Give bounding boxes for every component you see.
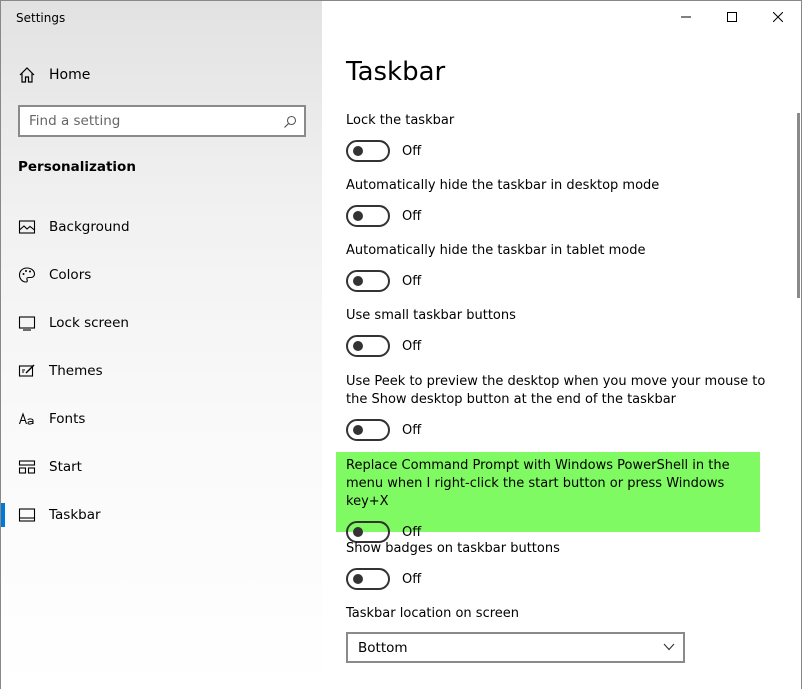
page-title: Taskbar [346,57,446,87]
picture-icon [18,218,36,236]
setting-powershell: Replace Command Prompt with Windows Powe… [346,457,766,543]
home-label: Home [49,67,91,83]
close-button[interactable] [755,1,801,33]
sidebar-item-background[interactable]: Background [1,203,322,251]
autohide-desktop-toggle[interactable] [346,205,390,227]
lock-screen-icon [18,314,36,332]
setting-lock-taskbar: Lock the taskbar Off [346,112,776,162]
sidebar-item-colors[interactable]: Colors [1,251,322,299]
location-value: Bottom [358,639,408,656]
sidebar-item-lock-screen[interactable]: Lock screen [1,299,322,347]
toggle-knob [353,211,363,221]
lock-taskbar-toggle[interactable] [346,140,390,162]
sidebar-item-label: Colors [49,267,92,283]
sidebar-nav: Background Colors Lock screen Themes Fon… [1,203,322,539]
search-input[interactable] [20,113,270,129]
search-box[interactable] [18,105,306,137]
toggle-knob [353,276,363,286]
sidebar-item-taskbar[interactable]: Taskbar [1,491,322,539]
autohide-tablet-toggle[interactable] [346,270,390,292]
small-buttons-toggle[interactable] [346,335,390,357]
maximize-button[interactable] [709,1,755,33]
setting-label: Replace Command Prompt with Windows Powe… [346,458,730,509]
toggle-knob [353,146,363,156]
palette-icon [18,266,36,284]
close-icon [773,12,783,22]
setting-autohide-tablet: Automatically hide the taskbar in tablet… [346,242,776,292]
setting-label: Show badges on taskbar buttons [346,541,560,556]
fonts-icon [18,410,36,428]
toggle-knob [353,425,363,435]
section-title: Personalization [18,159,136,175]
themes-icon [18,362,36,380]
scrollbar[interactable] [797,113,800,298]
minimize-button[interactable] [663,1,709,33]
location-dropdown[interactable]: Bottom [346,632,685,663]
toggle-knob [353,527,363,537]
sidebar: Settings Home Personalization Background [1,1,322,689]
sidebar-item-fonts[interactable]: Fonts [1,395,322,443]
home-nav-item[interactable]: Home [18,64,90,86]
setting-label: Lock the taskbar [346,113,455,128]
toggle-state: Off [402,422,422,438]
setting-label: Use small taskbar buttons [346,308,516,323]
setting-label: Use Peek to preview the desktop when you… [346,374,766,407]
toggle-state: Off [402,143,422,159]
window-controls [663,1,801,33]
sidebar-item-start[interactable]: Start [1,443,322,491]
sidebar-item-label: Taskbar [49,507,101,523]
setting-small-buttons: Use small taskbar buttons Off [346,307,776,357]
settings-window: Settings Home Personalization Background [0,0,802,689]
toggle-state: Off [402,571,422,587]
sidebar-item-label: Background [49,219,130,235]
setting-peek: Use Peek to preview the desktop when you… [346,373,776,441]
setting-label: Automatically hide the taskbar in deskto… [346,178,660,193]
badges-toggle[interactable] [346,568,390,590]
toggle-state: Off [402,338,422,354]
sidebar-item-label: Fonts [49,411,86,427]
setting-badges: Show badges on taskbar buttons Off [346,540,776,590]
taskbar-icon [18,506,36,524]
toggle-knob [353,574,363,584]
setting-location: Taskbar location on screen [346,605,776,623]
toggle-state: Off [402,208,422,224]
toggle-knob [353,341,363,351]
start-icon [18,458,36,476]
home-icon [18,66,36,84]
search-icon[interactable] [283,114,297,128]
toggle-state: Off [402,273,422,289]
maximize-icon [727,12,737,22]
sidebar-item-label: Start [49,459,82,475]
setting-autohide-desktop: Automatically hide the taskbar in deskto… [346,177,776,227]
minimize-icon [681,16,691,18]
peek-toggle[interactable] [346,419,390,441]
location-label: Taskbar location on screen [346,606,520,621]
sidebar-item-label: Themes [49,363,103,379]
app-title: Settings [16,11,66,25]
sidebar-item-themes[interactable]: Themes [1,347,322,395]
sidebar-item-label: Lock screen [49,315,129,331]
toggle-state: Off [402,524,422,540]
setting-label: Automatically hide the taskbar in tablet… [346,243,646,258]
chevron-down-icon [663,643,675,651]
